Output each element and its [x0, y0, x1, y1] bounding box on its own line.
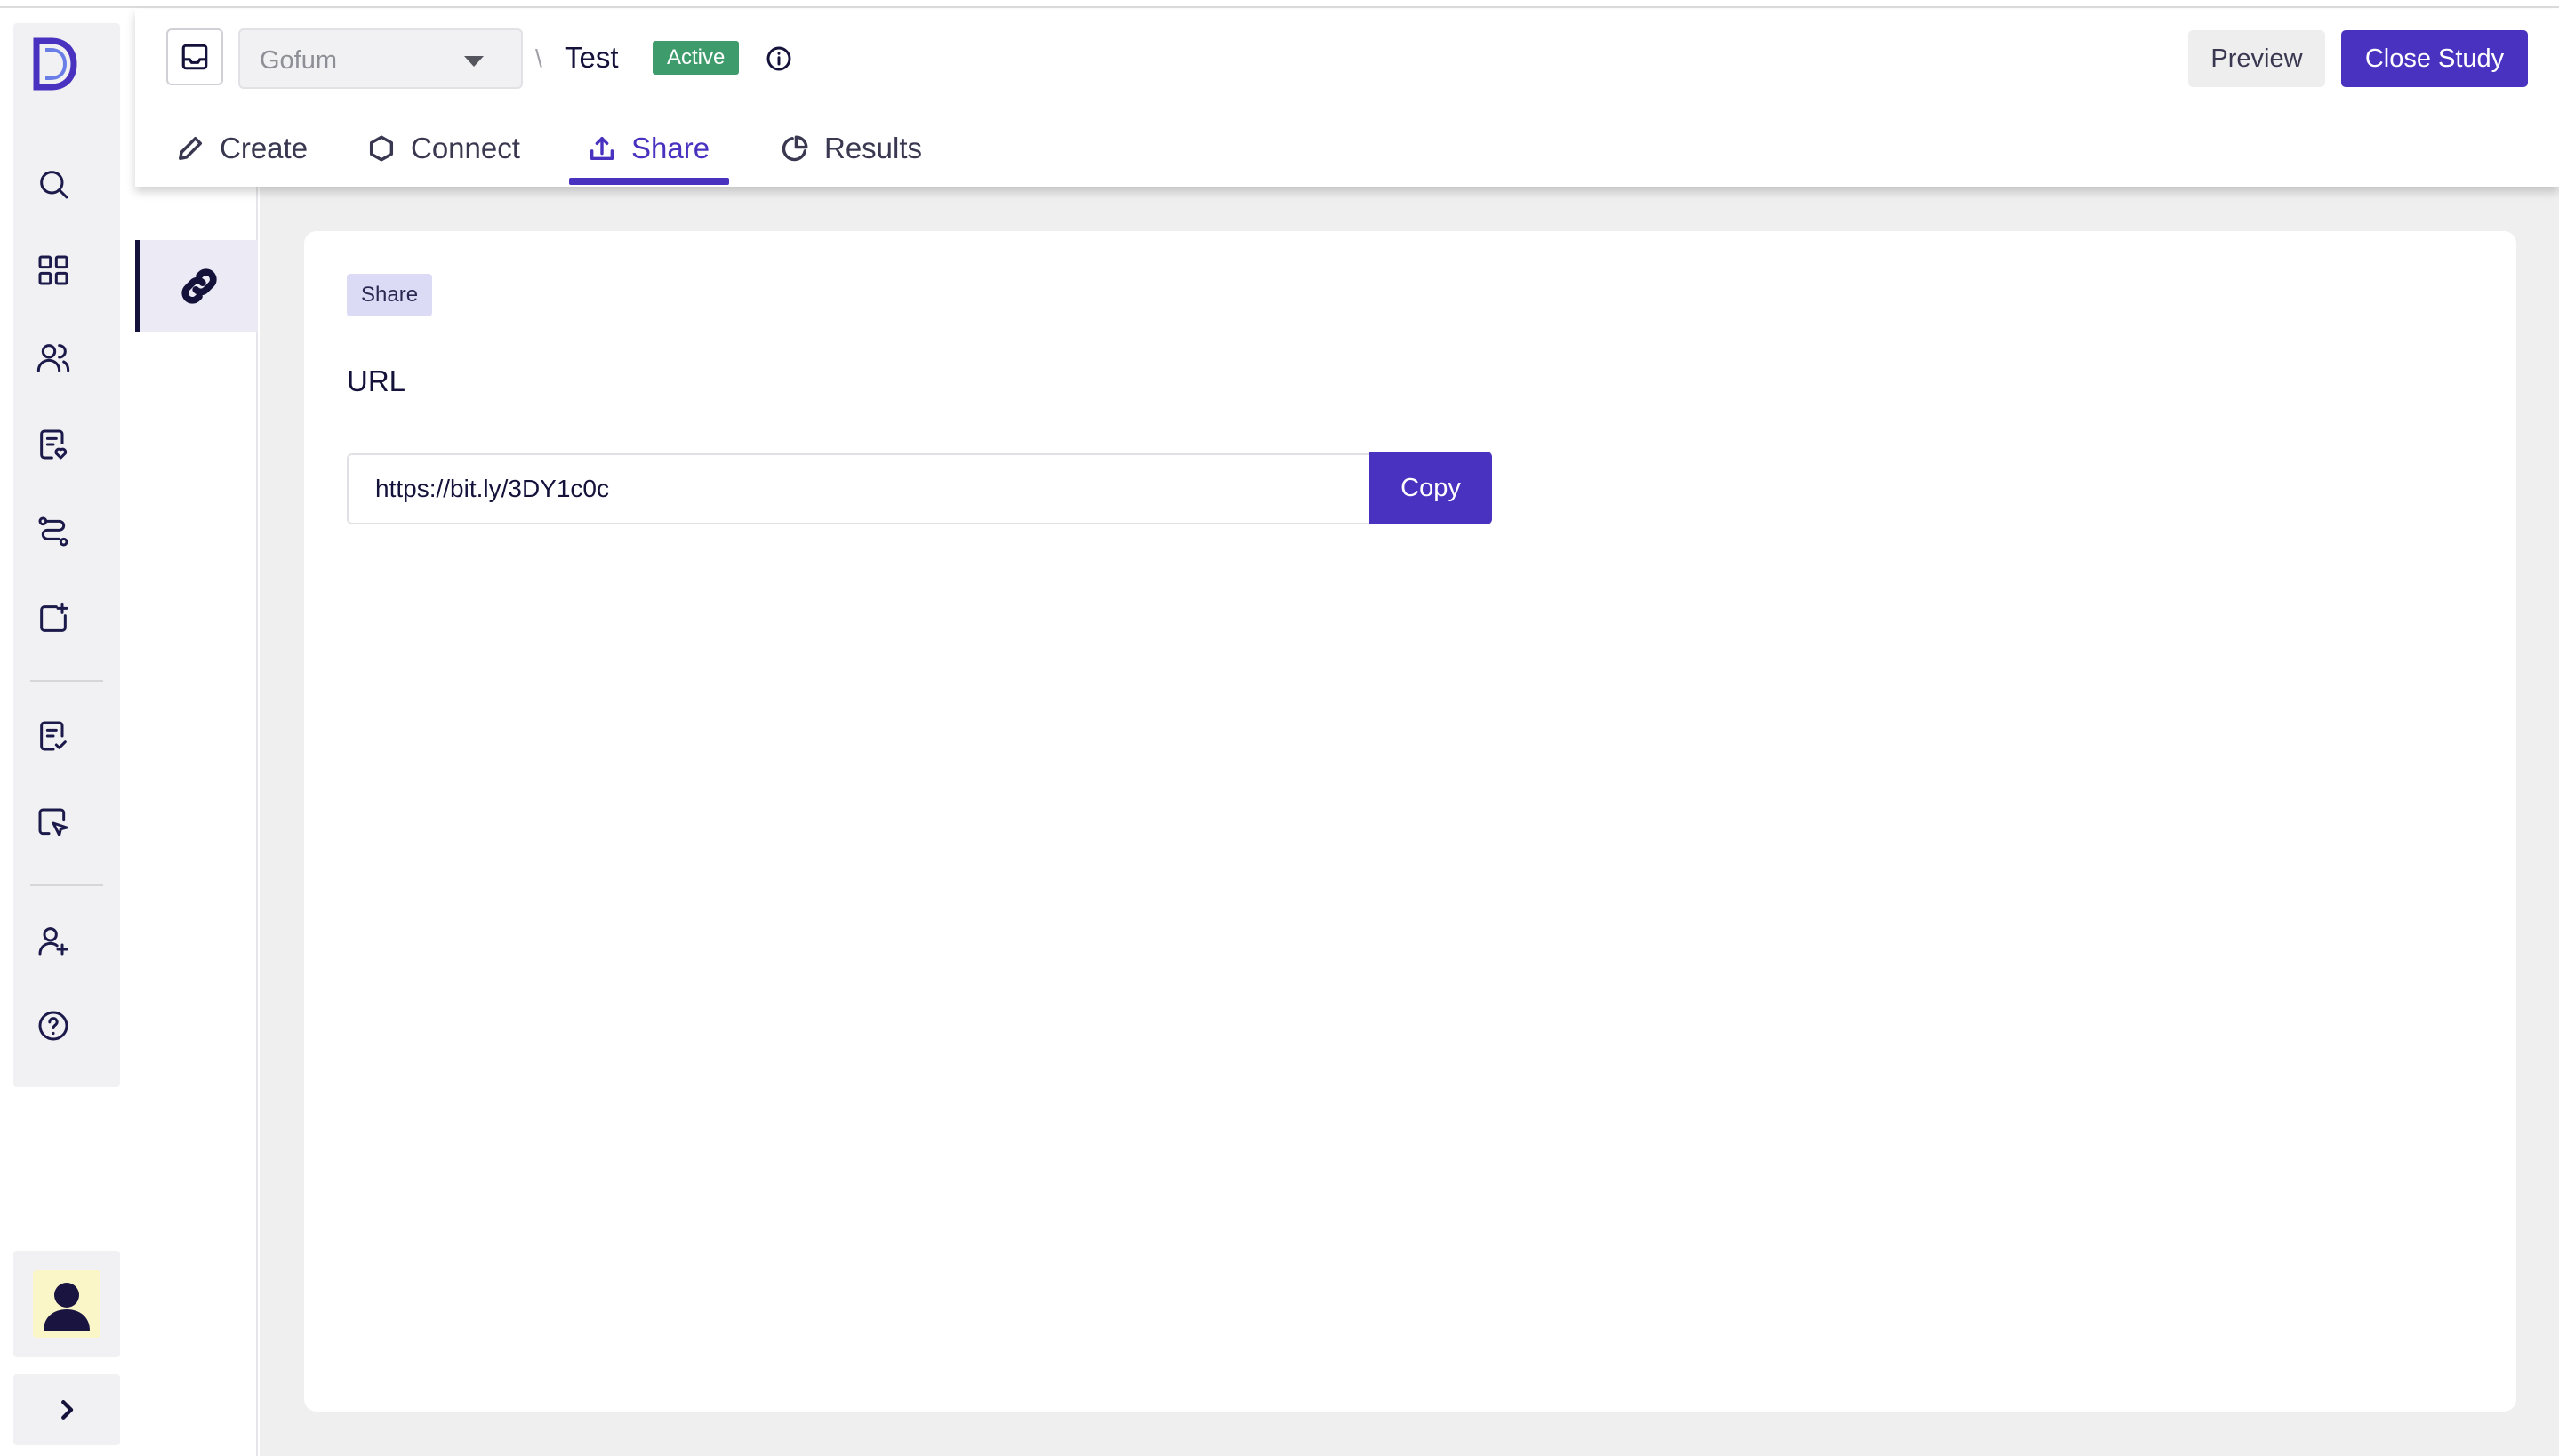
- tab-label: Share: [631, 132, 710, 164]
- checklist-icon[interactable]: [30, 713, 76, 759]
- avatar[interactable]: [33, 1270, 100, 1338]
- cursor-select-icon[interactable]: [30, 800, 76, 846]
- share-card: Share URL Copy: [304, 231, 2516, 1412]
- document-heart-icon[interactable]: [30, 421, 76, 468]
- help-icon[interactable]: [30, 1003, 76, 1049]
- add-user-icon[interactable]: [30, 917, 76, 964]
- link-icon: [180, 268, 217, 304]
- share-subnav: [135, 187, 258, 1456]
- rail-divider: [30, 680, 103, 682]
- dashboard-grid-icon[interactable]: [30, 247, 76, 293]
- active-tab-indicator: [569, 178, 729, 185]
- search-icon[interactable]: [30, 161, 76, 207]
- tab-label: Create: [220, 132, 309, 164]
- subnav-item-link[interactable]: [135, 240, 258, 332]
- inbox-button[interactable]: [166, 28, 223, 85]
- preview-button[interactable]: Preview: [2188, 30, 2325, 87]
- expand-sidebar-button[interactable]: [13, 1374, 120, 1445]
- app-logo[interactable]: [29, 32, 77, 96]
- study-header: Gofum \ Test Active Preview Close Study …: [135, 9, 2559, 187]
- user-profile[interactable]: [13, 1251, 120, 1357]
- window-top-border: [0, 0, 2559, 8]
- section-chip: Share: [347, 274, 433, 316]
- tab-results[interactable]: Results: [780, 123, 922, 187]
- copy-button[interactable]: Copy: [1369, 452, 1492, 524]
- url-label: URL: [347, 364, 406, 397]
- tab-label: Results: [824, 132, 923, 164]
- rail-divider: [30, 884, 103, 886]
- route-icon[interactable]: [30, 508, 76, 555]
- users-icon[interactable]: [30, 334, 76, 380]
- tab-label: Connect: [411, 132, 520, 164]
- breadcrumb-separator: \: [535, 44, 542, 72]
- status-badge: Active: [653, 41, 740, 75]
- study-title: Test: [565, 41, 619, 74]
- tab-create[interactable]: Create: [175, 123, 308, 187]
- pencil-icon: [178, 136, 203, 161]
- pie-chart-icon: [782, 135, 808, 162]
- close-study-button[interactable]: Close Study: [2341, 30, 2528, 87]
- upload-icon: [590, 136, 614, 161]
- share-url-input[interactable]: [347, 453, 1371, 524]
- chevron-right-icon: [61, 1400, 74, 1420]
- add-folder-icon[interactable]: [30, 596, 76, 642]
- hexagon-icon: [369, 135, 394, 162]
- info-icon[interactable]: [765, 44, 793, 73]
- caret-down-icon: [464, 56, 484, 67]
- workspace-select-value: Gofum: [260, 46, 338, 75]
- workspace-select[interactable]: Gofum: [238, 28, 523, 89]
- tab-connect[interactable]: Connect: [366, 123, 520, 187]
- inbox-icon: [181, 44, 208, 70]
